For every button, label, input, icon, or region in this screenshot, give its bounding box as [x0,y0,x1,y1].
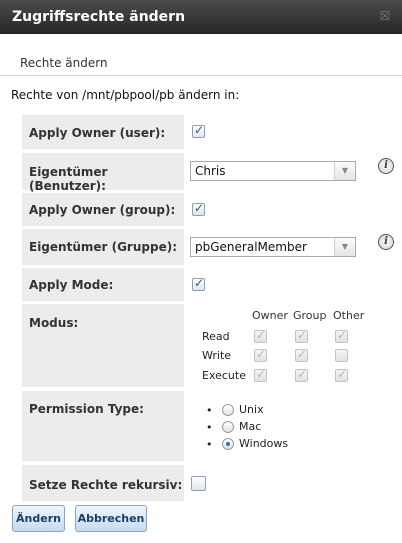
dialog-titlebar: Zugriffsrechte ändern ☒ [0,0,402,34]
owner-group-select[interactable]: pbGeneralMember ▼ [190,237,356,257]
mode-row-write: Write [202,349,232,362]
read-group-checkbox[interactable]: ✓ [295,328,308,343]
row-mode: Modus: Owner Group Other Read Write Exec… [22,304,370,387]
row-recursive: Setze Rechte rekursiv: [22,465,370,501]
recursive-checkbox[interactable] [191,476,206,491]
intro-text: Rechte von /mnt/pbpool/pb ändern in: [11,88,240,102]
mode-row-execute: Execute [202,369,246,382]
apply-owner-group-label: Apply Owner (group): [22,193,184,226]
execute-other-checkbox[interactable]: ✓ [335,367,348,382]
check-icon: ✓ [194,201,205,215]
chevron-down-icon[interactable]: ▼ [334,162,355,180]
check-icon: ✓ [337,367,348,381]
mode-matrix: Owner Group Other Read Write Execute ✓ ✓… [188,304,370,387]
read-owner-checkbox[interactable]: ✓ [254,328,267,343]
apply-mode-label: Apply Mode: [22,268,184,301]
dialog-subtitle: Rechte ändern [20,56,108,70]
radio-unix[interactable] [222,404,234,416]
check-icon: ✓ [194,123,205,137]
mode-column-owner: Owner [252,309,288,322]
info-icon[interactable]: i [378,234,394,250]
owner-user-label: Eigentümer (Benutzer): [22,153,184,193]
permission-type-label: Permission Type: [22,391,184,461]
execute-group-checkbox[interactable]: ✓ [295,367,308,382]
radio-windows[interactable] [222,438,234,450]
row-apply-owner-user: Apply Owner (user): ✓ [22,115,370,149]
mode-column-group: Group [293,309,327,322]
owner-user-select[interactable]: Chris ▼ [190,161,356,181]
apply-owner-user-label: Apply Owner (user): [22,115,184,149]
change-button[interactable]: Ändern [12,505,65,532]
owner-group-value: pbGeneralMember [195,240,307,254]
permission-type-group: • Unix • Mac • Windows [206,403,289,451]
cancel-button[interactable]: Abbrechen [75,505,147,532]
check-icon: ✓ [256,328,267,342]
apply-mode-checkbox[interactable]: ✓ [192,276,205,291]
row-apply-owner-group: Apply Owner (group): ✓ [22,193,370,226]
owner-group-label: Eigentümer (Gruppe): [22,229,184,265]
write-owner-checkbox[interactable]: ✓ [254,347,267,362]
info-icon[interactable]: i [378,158,394,174]
write-other-checkbox[interactable] [335,349,348,362]
divider [0,75,402,76]
check-icon: ✓ [297,328,308,342]
radio-mac[interactable] [222,421,234,433]
owner-user-value: Chris [195,164,226,178]
write-group-checkbox[interactable]: ✓ [295,347,308,362]
apply-owner-group-checkbox[interactable]: ✓ [192,201,205,216]
close-icon[interactable]: ☒ [378,9,392,23]
check-icon: ✓ [256,367,267,381]
row-owner-user: Eigentümer (Benutzer): Chris ▼ [22,153,370,193]
row-apply-mode: Apply Mode: ✓ [22,268,370,301]
check-icon: ✓ [256,347,267,361]
apply-owner-user-checkbox[interactable]: ✓ [192,123,205,138]
dialog-title: Zugriffsrechte ändern [12,9,186,25]
check-icon: ✓ [194,276,205,290]
read-other-checkbox[interactable]: ✓ [335,328,348,343]
check-icon: ✓ [337,328,348,342]
row-owner-group: Eigentümer (Gruppe): pbGeneralMember ▼ [22,229,370,265]
recursive-label: Setze Rechte rekursiv: [22,465,184,501]
chevron-down-icon[interactable]: ▼ [334,238,355,256]
row-permission-type: Permission Type: • Unix • Mac • Windows [22,391,370,461]
check-icon: ✓ [297,347,308,361]
execute-owner-checkbox[interactable]: ✓ [254,367,267,382]
mode-row-read: Read [202,330,230,343]
check-icon: ✓ [297,367,308,381]
mode-column-other: Other [333,309,365,322]
mode-label: Modus: [22,304,184,387]
